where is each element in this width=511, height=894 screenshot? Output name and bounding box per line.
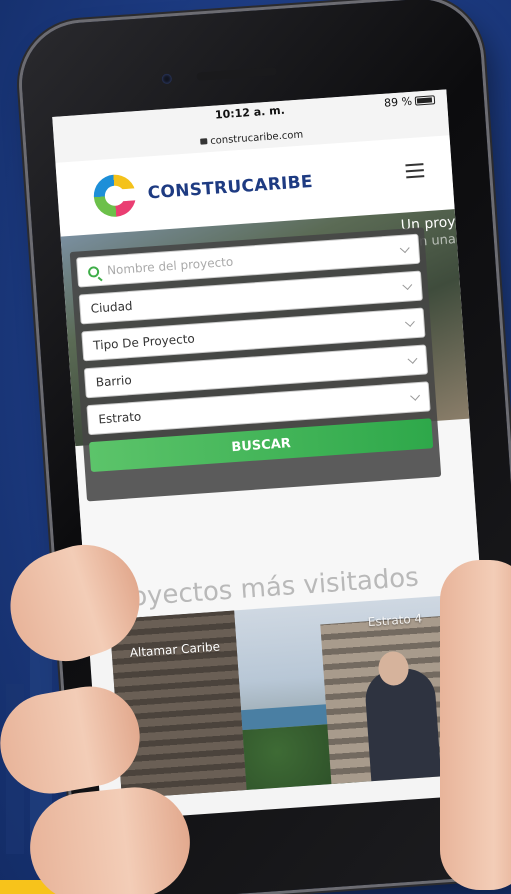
tipo-proyecto-label: Tipo De Proyecto	[92, 331, 196, 353]
hamburger-menu-icon[interactable]	[405, 163, 425, 179]
chevron-down-icon	[402, 280, 413, 291]
ciudad-label: Ciudad	[90, 298, 133, 316]
person-image	[363, 666, 442, 782]
battery-percentage: 89 %	[383, 94, 413, 110]
brand-name[interactable]: CONSTRUCARIBE	[147, 172, 313, 203]
chevron-down-icon	[410, 390, 420, 401]
lock-icon	[200, 138, 208, 145]
battery-status: 89 %	[384, 93, 436, 110]
project-card[interactable]: Altamar Caribe Estrato 4	[109, 594, 474, 799]
construcaribe-logo-icon[interactable]	[92, 173, 139, 219]
front-camera	[161, 73, 173, 85]
earpiece-speaker	[196, 67, 277, 81]
barrio-label: Barrio	[95, 373, 133, 390]
search-panel: Nombre del proyecto Ciudad Tipo De Proye…	[69, 227, 442, 502]
battery-icon	[414, 95, 436, 106]
chevron-down-icon	[399, 243, 410, 254]
building-image	[109, 610, 247, 799]
chevron-down-icon	[404, 317, 415, 327]
project-search-placeholder: Nombre del proyecto	[106, 254, 234, 278]
hand-palm	[440, 560, 511, 890]
estrato-label: Estrato	[97, 409, 142, 427]
search-icon	[87, 265, 100, 278]
chevron-down-icon	[407, 353, 418, 364]
